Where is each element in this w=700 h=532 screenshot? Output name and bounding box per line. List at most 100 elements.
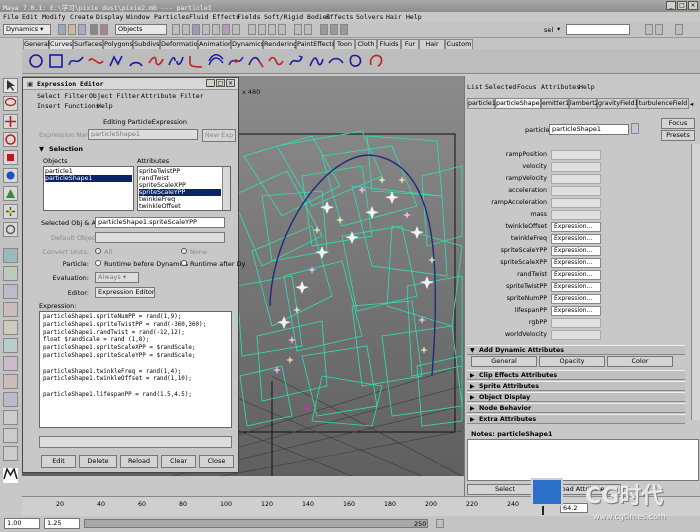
attr-value-field[interactable]: Expression... bbox=[551, 306, 601, 316]
ee-close-button[interactable]: × bbox=[226, 79, 235, 87]
mask-icon-5[interactable] bbox=[212, 24, 220, 35]
shelf-tab-general[interactable]: General bbox=[23, 39, 50, 49]
shelf-tab-curves[interactable]: Curves bbox=[49, 39, 73, 49]
convert-none-radio[interactable] bbox=[181, 248, 187, 254]
object-item-particle1[interactable]: particle1 bbox=[45, 168, 132, 175]
pencil-curve-icon[interactable] bbox=[108, 53, 124, 69]
mask-icon-4[interactable] bbox=[202, 24, 210, 35]
render-globals-icon[interactable] bbox=[340, 24, 348, 35]
graph-editor-layout-icon[interactable] bbox=[3, 356, 18, 371]
shelf-tab-surfaces[interactable]: Surfaces bbox=[73, 39, 103, 49]
attributes-list[interactable]: spriteTwistPP randTwist spriteScaleXPP s… bbox=[137, 166, 231, 211]
mask-icon-1[interactable] bbox=[172, 24, 180, 35]
shelf-tab-fur[interactable]: Fur bbox=[401, 39, 419, 49]
mask-icon-3[interactable] bbox=[192, 24, 200, 35]
ae-tab-particleshape1[interactable]: particleShape1 bbox=[495, 98, 543, 109]
clip-effects-section[interactable]: ▶ Clip Effects Attributes bbox=[467, 370, 685, 380]
object-item-particleshape1[interactable]: particleShape1 bbox=[45, 175, 132, 182]
ae-menu-attributes[interactable]: Attributes bbox=[541, 83, 580, 91]
mask-icon-2[interactable] bbox=[182, 24, 190, 35]
show-manipulator-icon[interactable] bbox=[3, 204, 18, 219]
start-time-field[interactable]: 1.00 bbox=[4, 518, 40, 529]
selection-collapse-icon[interactable]: ▼ bbox=[39, 145, 44, 153]
attr-value-field[interactable]: Expression... bbox=[551, 258, 601, 268]
edit-button[interactable]: Edit bbox=[41, 455, 76, 468]
square-curve-icon[interactable] bbox=[48, 53, 64, 69]
shelf-tab-dynamics[interactable]: Dynamics bbox=[231, 39, 264, 49]
attr-value-field[interactable]: Expression... bbox=[551, 246, 601, 256]
new-scene-icon[interactable] bbox=[58, 24, 66, 35]
range-slider[interactable] bbox=[84, 519, 428, 528]
snap-point-icon[interactable] bbox=[268, 24, 276, 35]
range-end-icon[interactable] bbox=[436, 519, 444, 528]
attach-curve-icon[interactable] bbox=[148, 53, 164, 69]
open-scene-icon[interactable] bbox=[68, 24, 76, 35]
attr-item-randtwist[interactable]: randTwist bbox=[139, 175, 221, 182]
snap-grid-icon[interactable] bbox=[248, 24, 256, 35]
selected-obj-attr-input[interactable]: particleShape1.spriteScaleYPP bbox=[95, 217, 225, 228]
attr-value-field[interactable] bbox=[551, 330, 601, 340]
hypershade-layout-icon[interactable] bbox=[3, 320, 18, 335]
extend-curve-icon[interactable] bbox=[248, 53, 264, 69]
ae-tab-gravityfield1[interactable]: gravityField1 bbox=[597, 98, 639, 109]
default-object-input[interactable] bbox=[95, 232, 225, 243]
shelf-tab-rendering[interactable]: Rendering bbox=[263, 39, 297, 49]
attr-value-field[interactable] bbox=[551, 162, 601, 172]
ep-curve-icon[interactable] bbox=[88, 53, 104, 69]
close-button[interactable]: Close bbox=[199, 455, 234, 468]
editor-dropdown[interactable]: Expression Editor ▾ bbox=[95, 287, 155, 298]
ee-minimize-button[interactable]: _ bbox=[206, 79, 215, 87]
objects-dropdown[interactable]: Objects bbox=[115, 24, 167, 35]
shelf-tab-cloth[interactable]: Cloth bbox=[355, 39, 377, 49]
runtime-after-radio[interactable] bbox=[181, 260, 187, 266]
scale-tool-icon[interactable] bbox=[3, 150, 18, 165]
evaluation-dropdown[interactable]: Always ▾ bbox=[95, 272, 139, 283]
menu-edit[interactable]: Edit bbox=[22, 13, 38, 21]
shelf-tab-fluids[interactable]: Fluids bbox=[377, 39, 401, 49]
menu-create[interactable]: Create bbox=[70, 13, 93, 21]
offset-curve-icon[interactable] bbox=[208, 53, 224, 69]
open-curve-icon[interactable] bbox=[368, 53, 384, 69]
ee-menu-object-filter[interactable]: Object Filter bbox=[89, 92, 140, 100]
ipr-render-icon[interactable] bbox=[330, 24, 338, 35]
attr-item-spritetwistpp[interactable]: spriteTwistPP bbox=[139, 168, 221, 175]
menu-effects[interactable]: Effects bbox=[326, 13, 353, 21]
presets-button[interactable]: Presets bbox=[661, 130, 695, 141]
attr-item-twinkleoffset[interactable]: twinkleOffset bbox=[139, 203, 221, 210]
focus-button[interactable]: Focus bbox=[661, 118, 695, 129]
attr-value-field[interactable] bbox=[551, 186, 601, 196]
menu-fluid-effects[interactable]: Fluid Effects bbox=[189, 13, 240, 21]
script-editor-layout-icon[interactable] bbox=[3, 446, 18, 461]
menu-particles[interactable]: Particles bbox=[154, 13, 189, 21]
select-tool-icon[interactable] bbox=[3, 78, 18, 93]
add-opacity-button[interactable]: Opacity bbox=[539, 356, 605, 367]
reload-button[interactable]: Reload bbox=[120, 455, 158, 468]
minimize-button[interactable]: _ bbox=[666, 1, 676, 10]
attr-item-twinklefreq[interactable]: twinkleFreq bbox=[139, 196, 221, 203]
ee-menu-attribute-filter[interactable]: Attribute Filter bbox=[141, 92, 204, 100]
sprite-attributes-section[interactable]: ▶ Sprite Attributes bbox=[467, 381, 685, 391]
mask-icon-6[interactable] bbox=[222, 24, 230, 35]
four-pane-layout-icon[interactable] bbox=[3, 266, 18, 281]
ae-tab-turbulencefield[interactable]: turbulenceField bbox=[637, 98, 689, 109]
maximize-button[interactable]: □ bbox=[677, 1, 687, 10]
mode-dropdown[interactable]: Dynamics ▾ bbox=[3, 24, 51, 35]
layer-editor-icon[interactable] bbox=[655, 24, 663, 35]
ae-tab-lambert2[interactable]: lambert2 bbox=[569, 98, 599, 109]
ae-tab-scroll-icon[interactable]: ◂ bbox=[690, 100, 693, 108]
menu-fields[interactable]: Fields bbox=[237, 13, 260, 21]
attr-value-field[interactable]: Expression... bbox=[551, 282, 601, 292]
dope-sheet-layout-icon[interactable] bbox=[3, 374, 18, 389]
objects-list[interactable]: particle1 particleShape1 bbox=[43, 166, 134, 211]
render-view-layout-icon[interactable] bbox=[3, 428, 18, 443]
rotate-tool-icon[interactable] bbox=[3, 132, 18, 147]
attributes-scrollbar[interactable] bbox=[222, 167, 230, 210]
manipulator-tool-icon[interactable] bbox=[3, 168, 18, 183]
clear-button[interactable]: Clear bbox=[161, 455, 196, 468]
ae-menu-focus[interactable]: Focus bbox=[517, 83, 537, 91]
lasso-tool-icon[interactable] bbox=[3, 96, 18, 111]
sel-dropdown-icon[interactable]: ▾ bbox=[557, 25, 560, 33]
attr-value-field[interactable] bbox=[551, 150, 601, 160]
shelf-tab-custom[interactable]: Custom bbox=[445, 39, 473, 49]
attr-value-field[interactable]: Expression... bbox=[551, 222, 601, 232]
